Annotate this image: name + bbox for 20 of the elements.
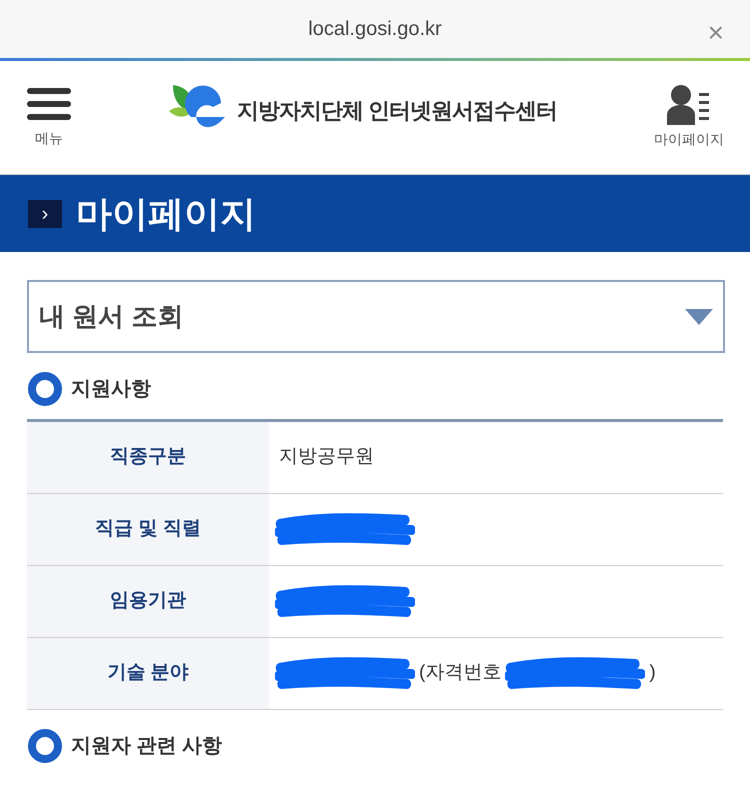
label-cell: 기술 분야 xyxy=(27,638,269,709)
view-select[interactable]: 내 원서 조회 xyxy=(27,280,725,353)
label-cell: 직종구분 xyxy=(27,422,269,493)
site-title: 지방자치단체 인터넷원서접수센터 xyxy=(236,97,558,125)
url-text: local.gosi.go.kr xyxy=(308,17,442,42)
label-cell: 직급 및 직렬 xyxy=(27,494,269,565)
value-text: 지방공무원 xyxy=(278,445,375,470)
label-cell: 임용기관 xyxy=(27,566,269,637)
section-title: 지원사항 xyxy=(71,377,151,402)
value-text: (자격번호 xyxy=(418,661,502,686)
ring-icon xyxy=(27,371,63,407)
value-text: ) xyxy=(648,661,657,686)
page-title: 마이페이지 xyxy=(76,192,256,236)
mypage-button[interactable]: 마이페이지 xyxy=(654,85,724,150)
section-title: 지원자 관련 사항 xyxy=(71,734,222,759)
ring-icon xyxy=(27,728,63,764)
menu-button[interactable]: 메뉴 xyxy=(26,86,72,149)
menu-icon xyxy=(27,86,71,122)
dropdown-icon xyxy=(685,308,713,324)
user-list-icon xyxy=(667,85,711,125)
